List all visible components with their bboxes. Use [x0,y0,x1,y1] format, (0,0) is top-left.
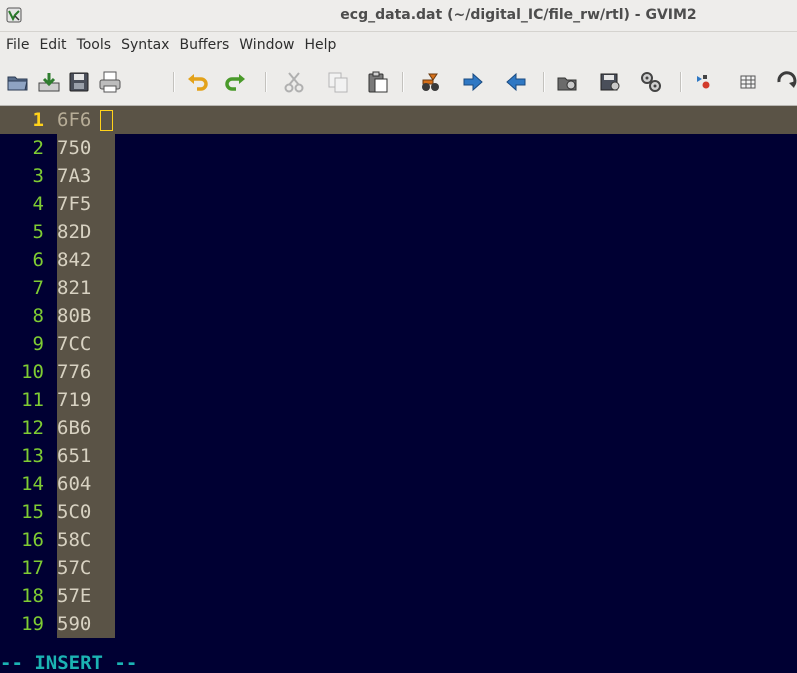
save-all-icon[interactable] [67,70,91,94]
editor-area[interactable]: 1 6F6 2 750 3 7A3 4 7F5 5 82D 6 842 7 821 8 80B 9 7CC 10 77… [0,106,797,653]
line-text[interactable]: 7CC [57,330,115,358]
menu-window[interactable]: Window [234,32,299,59]
toolbar-separator [680,72,682,92]
window-title: ecg_data.dat (~/digital_IC/file_rw/rtl) … [340,7,697,23]
line-text[interactable]: 7A3 [57,162,115,190]
line-number: 14 [21,473,44,495]
line-number: 5 [32,221,44,243]
find-next-icon[interactable] [461,70,485,94]
line-number: 18 [21,585,44,607]
redo-icon[interactable] [223,70,247,94]
line-number: 19 [21,613,44,635]
editor-line[interactable]: 11 719 [0,386,797,414]
editor-line[interactable]: 13 651 [0,442,797,470]
line-text[interactable]: 57E [57,582,115,610]
line-number: 6 [32,249,44,271]
toolbar-separator [265,72,267,92]
make-icon[interactable] [693,70,717,94]
line-text[interactable]: 604 [57,470,115,498]
line-text[interactable]: 776 [57,358,115,386]
text-cursor [100,110,113,131]
load-session-icon[interactable] [556,70,580,94]
editor-line[interactable]: 19 590 [0,610,797,638]
editor-line[interactable]: 12 6B6 [0,414,797,442]
line-text[interactable]: 5C0 [57,498,115,526]
menu-tools[interactable]: Tools [72,32,117,59]
editor-line[interactable]: 17 57C [0,554,797,582]
copy-icon[interactable] [326,70,350,94]
editor-line[interactable]: 8 80B [0,302,797,330]
cut-icon[interactable] [282,70,306,94]
find-previous-icon[interactable] [504,70,528,94]
line-text[interactable]: 651 [57,442,115,470]
editor-line[interactable]: 9 7CC [0,330,797,358]
title-bar: ecg_data.dat (~/digital_IC/file_rw/rtl) … [0,0,797,32]
editor-line[interactable]: 16 58C [0,526,797,554]
line-number: 9 [32,333,44,355]
menu-edit[interactable]: Edit [34,32,71,59]
line-text[interactable]: 57C [57,554,115,582]
toolbar [0,59,797,106]
save-icon[interactable] [37,70,61,94]
editor-line[interactable]: 4 7F5 [0,190,797,218]
menu-file[interactable]: File [1,32,34,59]
line-number: 4 [32,193,44,215]
editor-line[interactable]: 1 6F6 [0,106,797,134]
line-number: 10 [21,361,44,383]
line-text[interactable]: 750 [57,134,115,162]
editor-line[interactable]: 5 82D [0,218,797,246]
find-replace-icon[interactable] [419,70,443,94]
gvim-icon[interactable] [6,7,22,23]
open-file-icon[interactable] [6,70,30,94]
save-session-icon[interactable] [598,70,622,94]
toolbar-separator [402,72,404,92]
line-text[interactable]: 6B6 [57,414,115,442]
editor-line[interactable]: 3 7A3 [0,162,797,190]
editor-line[interactable]: 14 604 [0,470,797,498]
line-text[interactable]: 842 [57,246,115,274]
line-number: 11 [21,389,44,411]
line-text[interactable]: 590 [57,610,115,638]
line-number: 15 [21,501,44,523]
line-number: 17 [21,557,44,579]
line-number: 3 [32,165,44,187]
run-script-icon[interactable] [639,70,663,94]
line-text[interactable]: 821 [57,274,115,302]
menu-syntax[interactable]: Syntax [116,32,174,59]
line-number: 1 [32,109,44,131]
menu-bar: File Edit Tools Syntax Buffers Window He… [0,32,797,59]
menu-help[interactable]: Help [299,32,341,59]
line-number: 2 [32,137,44,159]
line-text[interactable]: 719 [57,386,115,414]
toolbar-separator [173,72,175,92]
jump-tag-icon[interactable] [775,70,797,94]
editor-line[interactable]: 18 57E [0,582,797,610]
run-ctags-icon[interactable] [736,70,760,94]
menu-buffers[interactable]: Buffers [174,32,234,59]
editor-line[interactable]: 6 842 [0,246,797,274]
mode-indicator: -- INSERT -- [0,653,797,673]
line-number: 13 [21,445,44,467]
editor-line[interactable]: 10 776 [0,358,797,386]
line-number: 8 [32,305,44,327]
undo-icon[interactable] [186,70,210,94]
editor-line[interactable]: 2 750 [0,134,797,162]
editor-line[interactable]: 15 5C0 [0,498,797,526]
toolbar-separator [543,72,545,92]
line-number: 7 [32,277,44,299]
paste-icon[interactable] [366,70,390,94]
line-number: 12 [21,417,44,439]
line-text[interactable]: 58C [57,526,115,554]
print-icon[interactable] [98,70,122,94]
line-number: 16 [21,529,44,551]
line-text[interactable]: 80B [57,302,115,330]
line-text[interactable]: 7F5 [57,190,115,218]
line-text[interactable]: 82D [57,218,115,246]
editor-line[interactable]: 7 821 [0,274,797,302]
